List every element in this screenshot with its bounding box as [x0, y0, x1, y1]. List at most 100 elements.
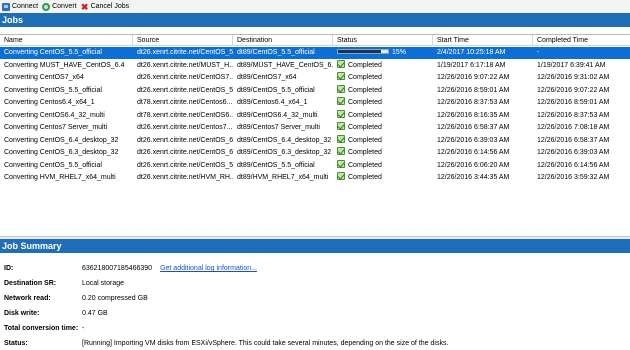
cell-destination: dt89/CentOS_5.5_official: [237, 86, 315, 94]
cell-completed-time: 12/26/2016 6:39:03 AM: [537, 149, 610, 156]
jobs-section-title: Jobs: [0, 13, 630, 27]
disk-write-label: Disk write:: [4, 310, 40, 317]
cell-name: Converting Centos7 Server_multi: [4, 124, 108, 131]
cell-completed-time: 12/26/2016 3:59:32 AM: [537, 174, 610, 181]
log-info-link[interactable]: Get additional log information...: [160, 265, 257, 272]
completed-check-icon: [337, 134, 345, 143]
table-row[interactable]: Converting CentOS_5.5_official dt26.xenrt…: [0, 84, 630, 97]
cell-name: Converting HVM_RHEL7_x64_multi: [4, 174, 116, 181]
column-header-start-time[interactable]: Start Time: [433, 35, 533, 46]
cell-destination: dt89/CentOS_6.4_desktop_32: [237, 136, 332, 144]
cell-start-time: 12/26/2016 6:06:20 AM: [437, 161, 510, 169]
connect-label: Connect: [12, 3, 39, 10]
cell-name: Converting Centos6.4_x64_1: [4, 99, 95, 106]
status-text: 15%: [392, 49, 407, 56]
cell-completed-time: 12/26/2016 6:58:37 AM: [537, 136, 610, 144]
cell-destination: dt89/HVM_RHEL7_x64_multi: [237, 174, 329, 181]
cell-completed-time: 12/26/2016 8:37:53 AM: [537, 111, 610, 119]
status-text: Completed: [348, 61, 382, 69]
destination-sr-value: Local storage: [82, 280, 125, 287]
column-header-source[interactable]: Source: [133, 35, 233, 46]
cell-source: dt78.xenrt.citrite.net/CentOS6...: [137, 111, 233, 119]
cell-status: Completed: [333, 97, 433, 109]
connect-icon: [2, 2, 10, 11]
table-row[interactable]: Converting CentOS_6.4_desktop_32 dt26.xen…: [0, 134, 630, 147]
convert-button[interactable]: Convert: [42, 2, 77, 11]
cell-status: Completed: [333, 72, 433, 84]
status-text: Completed: [348, 74, 382, 81]
status-value: [Running] Importing VM disks from ESXi/v…: [82, 340, 449, 347]
table-row[interactable]: Converting MUST_HAVE_CentOS_6.4 dt26.xenr…: [0, 59, 630, 72]
toolbar: Connect Convert ✖ Cancel Jobs: [0, 0, 630, 13]
job-summary-panel: ID: 636218007185466390 Get additional log…: [0, 253, 630, 350]
cell-name: Converting CentOS_5.5_official: [4, 86, 102, 94]
id-label: ID:: [4, 265, 14, 272]
cell-start-time: 1/19/2017 6:17:18 AM: [437, 61, 506, 69]
id-value: 636218007185466390: [82, 265, 153, 272]
cell-name: Converting CentOS6.4_32_multi: [4, 111, 105, 119]
cell-name: Converting CentOS_5.5_official: [4, 161, 102, 169]
status-label: Status:: [4, 340, 28, 347]
table-row[interactable]: Converting CentOS6.4_32_multi dt78.xenrt.…: [0, 109, 630, 122]
column-header-completed-time[interactable]: Completed Time: [533, 35, 630, 46]
connect-button[interactable]: Connect: [2, 2, 39, 11]
cell-destination: dt89/CentOS_5.5_official: [237, 161, 315, 169]
convert-label: Convert: [52, 3, 77, 10]
status-text: Completed: [348, 161, 382, 169]
table-row[interactable]: Converting CentOS_5.5_official dt26.xenrt…: [0, 159, 630, 172]
completed-check-icon: [337, 59, 345, 68]
status-text: Completed: [348, 136, 382, 144]
column-header-destination[interactable]: Destination: [233, 35, 333, 46]
status-text: Completed: [348, 174, 382, 181]
cell-source: dt78.xenrt.citrite.net/Centos6...: [137, 99, 233, 106]
status-text: Completed: [348, 99, 382, 106]
cancel-label: Cancel Jobs: [90, 3, 130, 10]
cell-start-time: 12/26/2016 9:07:22 AM: [437, 74, 510, 81]
completed-check-icon: [337, 97, 345, 105]
cell-status: Completed: [333, 172, 433, 184]
status-text: Completed: [348, 111, 382, 119]
cell-status: 15%: [333, 47, 433, 59]
cell-name: Converting CentOS7_x64: [4, 74, 84, 81]
completed-check-icon: [337, 72, 345, 80]
progress-bar: [337, 49, 389, 54]
cell-completed-time: 12/26/2016 6:14:56 AM: [537, 161, 610, 169]
cell-source: dt26.xenrt.citrite.net/HVM_RH...: [137, 174, 233, 181]
cell-status: Completed: [333, 59, 433, 72]
cell-source: dt26.xenrt.citrite.net/Centos7...: [137, 124, 233, 131]
cell-name: Converting CentOS_6.3_desktop_32: [4, 149, 119, 156]
cell-start-time: 2/4/2017 10:25:18 AM: [437, 49, 506, 56]
status-text: Completed: [348, 124, 382, 131]
cell-status: Completed: [333, 134, 433, 147]
conversion-time-value: -: [82, 325, 85, 332]
cell-start-time: 12/26/2016 6:14:56 AM: [437, 149, 510, 156]
status-text: Completed: [348, 149, 382, 156]
id-value-group: 636218007185466390 Get additional log inf…: [82, 263, 257, 275]
cell-start-time: 12/26/2016 8:59:01 AM: [437, 86, 510, 94]
table-row[interactable]: Converting CentOS_5.5_official dt26.xenrt…: [0, 47, 630, 59]
cell-source: dt26.xenrt.citrite.net/CentOS7...: [137, 74, 233, 81]
column-header-name[interactable]: Name: [0, 35, 133, 46]
cancel-jobs-button[interactable]: ✖ Cancel Jobs: [80, 1, 130, 12]
table-row[interactable]: Converting CentOS_6.3_desktop_32 dt26.xen…: [0, 147, 630, 159]
table-row[interactable]: Converting Centos7 Server_multi dt26.xenr…: [0, 122, 630, 134]
cell-name: Converting MUST_HAVE_CentOS_6.4: [4, 61, 125, 69]
table-row[interactable]: Converting Centos6.4_x64_1 dt78.xenrt.cit…: [0, 97, 630, 109]
table-row[interactable]: Converting CentOS7_x64 dt26.xenrt.citrite…: [0, 72, 630, 84]
completed-check-icon: [337, 147, 345, 155]
cell-destination: dt89/CentOS_6.3_desktop_32: [237, 149, 332, 156]
cell-source: dt26.xenrt.citrite.net/MUST_H...: [137, 61, 233, 69]
cell-start-time: 12/26/2016 8:16:35 AM: [437, 111, 510, 119]
cell-status: Completed: [333, 159, 433, 172]
cell-start-time: 12/26/2016 3:44:35 AM: [437, 174, 510, 181]
completed-check-icon: [337, 84, 345, 93]
completed-check-icon: [337, 172, 345, 180]
cancel-icon: ✖: [80, 1, 89, 12]
cell-destination: dt89/CentOS6.4_32_multi: [237, 111, 318, 119]
progress-fill: [338, 50, 381, 53]
cell-completed-time: -: [537, 49, 540, 56]
network-read-label: Network read:: [4, 295, 51, 302]
column-header-status[interactable]: Status: [333, 35, 433, 46]
conversion-time-label: Total conversion time:: [4, 325, 79, 332]
table-row[interactable]: Converting HVM_RHEL7_x64_multi dt26.xenrt…: [0, 172, 630, 184]
